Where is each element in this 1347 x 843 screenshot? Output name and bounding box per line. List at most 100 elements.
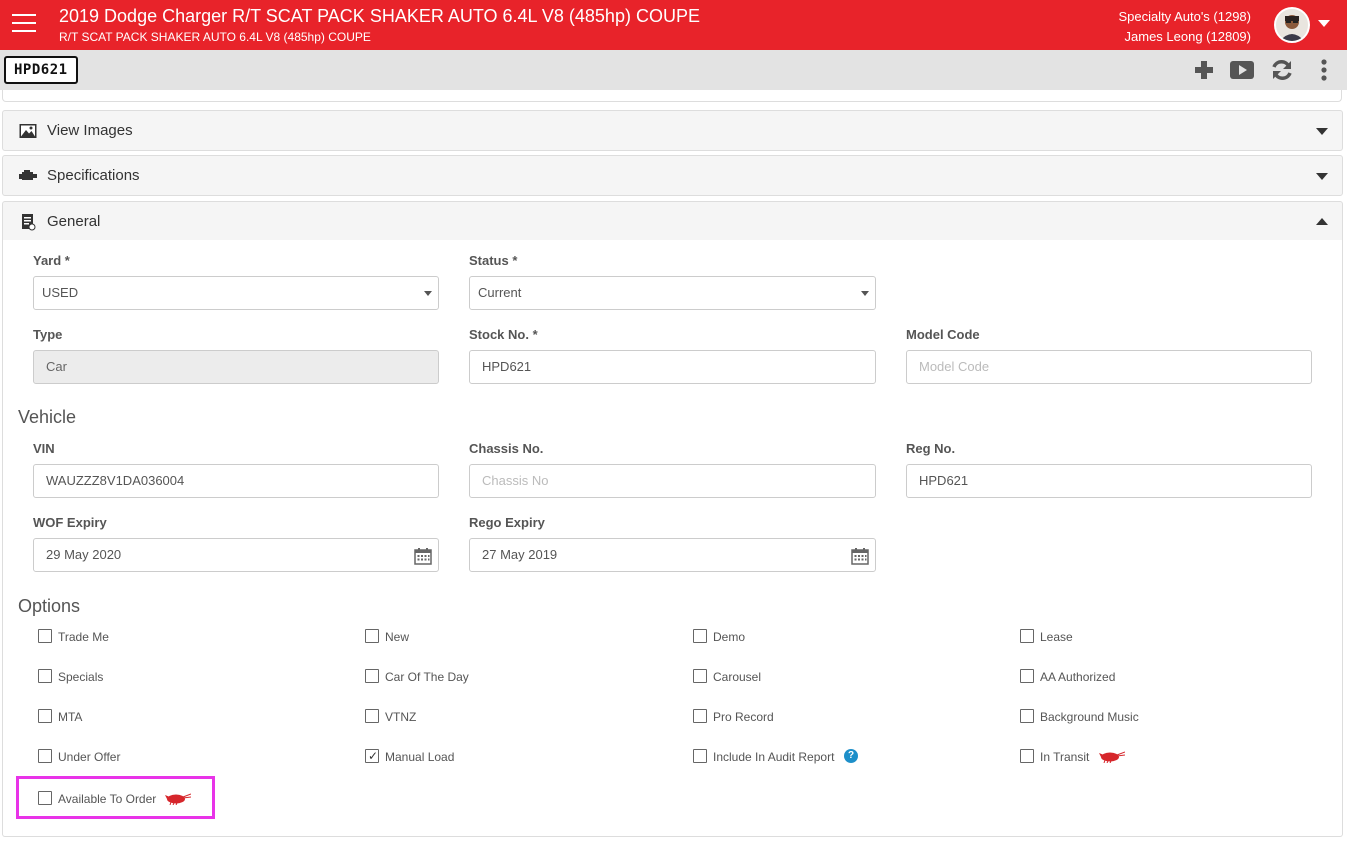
user-name: James Leong (12809)	[1124, 29, 1251, 44]
status-value: Current	[478, 285, 522, 300]
option-checkbox-vtnz[interactable]	[365, 709, 379, 723]
toolbar: HPD621	[0, 50, 1347, 90]
type-label: Type	[33, 327, 63, 342]
stock-label: Stock No. *	[469, 327, 538, 342]
video-icon[interactable]	[1229, 58, 1255, 82]
wof-value: 29 May 2020	[46, 547, 122, 562]
option-checkbox-aa-authorized[interactable]	[1020, 669, 1034, 683]
option-label[interactable]: Under Offer	[58, 750, 120, 764]
rego-date-input[interactable]: 27 May 2019	[469, 538, 876, 572]
reg-value: HPD621	[919, 473, 969, 488]
option-label[interactable]: AA Authorized	[1040, 670, 1115, 684]
caret-up-icon	[1316, 218, 1328, 225]
option-label[interactable]: VTNZ	[385, 710, 416, 724]
option-label[interactable]: MTA	[58, 710, 82, 724]
accordion-title: Specifications	[47, 167, 140, 184]
yard-label: Yard *	[33, 253, 70, 268]
avatar[interactable]	[1274, 7, 1310, 43]
user-menu-caret-icon[interactable]	[1318, 20, 1330, 27]
vehicle-title: 2019 Dodge Charger R/T SCAT PACK SHAKER …	[59, 6, 700, 26]
calendar-icon[interactable]	[414, 547, 432, 565]
plus-icon[interactable]	[1191, 58, 1217, 82]
accordion-view-images[interactable]: View Images	[2, 110, 1343, 151]
shrimp-icon	[1099, 751, 1125, 763]
app-header: 2019 Dodge Charger R/T SCAT PACK SHAKER …	[0, 0, 1347, 50]
accordion-title: General	[47, 213, 101, 230]
model-code-placeholder: Model Code	[919, 359, 990, 374]
option-checkbox-mta[interactable]	[38, 709, 52, 723]
hamburger-menu-icon[interactable]	[12, 14, 36, 34]
select-caret-icon	[424, 291, 432, 296]
dealer-name: Specialty Auto's (1298)	[1118, 9, 1251, 24]
option-checkbox-background-music[interactable]	[1020, 709, 1034, 723]
option-checkbox-in-transit[interactable]	[1020, 749, 1034, 763]
caret-down-icon	[1316, 128, 1328, 135]
type-field: Car	[33, 350, 439, 384]
option-label[interactable]: Include In Audit Report	[713, 750, 834, 764]
option-label[interactable]: Demo	[713, 630, 745, 644]
status-select[interactable]: Current	[469, 276, 876, 310]
option-label[interactable]: Specials	[58, 670, 103, 684]
option-checkbox-pro-record[interactable]	[693, 709, 707, 723]
model-code-input[interactable]: Model Code	[906, 350, 1312, 384]
calendar-icon[interactable]	[851, 547, 869, 565]
select-caret-icon	[861, 291, 869, 296]
more-vert-icon[interactable]	[1311, 58, 1337, 82]
option-label[interactable]: Trade Me	[58, 630, 109, 644]
option-checkbox-manual-load[interactable]: ✓	[365, 749, 379, 763]
stock-input[interactable]: HPD621	[469, 350, 876, 384]
chassis-label: Chassis No.	[469, 441, 544, 456]
option-label[interactable]: In Transit	[1040, 750, 1089, 764]
type-value: Car	[46, 359, 67, 374]
vehicle-subtitle: R/T SCAT PACK SHAKER AUTO 6.4L V8 (485hp…	[59, 30, 371, 44]
vin-input[interactable]: WAUZZZ8V1DA036004	[33, 464, 439, 498]
caret-down-icon	[1316, 173, 1328, 180]
option-label[interactable]: Background Music	[1040, 710, 1139, 724]
option-checkbox-trade-me[interactable]	[38, 629, 52, 643]
checkmark-icon: ✓	[368, 749, 379, 763]
option-label[interactable]: Carousel	[713, 670, 761, 684]
wof-date-input[interactable]: 29 May 2020	[33, 538, 439, 572]
plate-badge: HPD621	[4, 56, 78, 84]
stock-value: HPD621	[482, 359, 532, 374]
option-checkbox-demo[interactable]	[693, 629, 707, 643]
accordion-specifications[interactable]: Specifications	[2, 155, 1343, 196]
accordion-title: View Images	[47, 122, 133, 139]
yard-value: USED	[42, 285, 79, 300]
rego-value: 27 May 2019	[482, 547, 558, 562]
option-checkbox-carousel[interactable]	[693, 669, 707, 683]
engine-icon	[19, 170, 37, 180]
vin-label: VIN	[33, 441, 55, 456]
previous-panel-bottom	[2, 90, 1342, 102]
option-label[interactable]: New	[385, 630, 409, 644]
image-icon	[19, 124, 37, 138]
option-checkbox-specials[interactable]	[38, 669, 52, 683]
vin-value: WAUZZZ8V1DA036004	[46, 473, 185, 488]
option-label[interactable]: Pro Record	[713, 710, 774, 724]
vehicle-heading: Vehicle	[18, 407, 77, 427]
option-label[interactable]: Manual Load	[385, 750, 454, 764]
user-info[interactable]: Specialty Auto's (1298) James Leong (128…	[1118, 7, 1251, 47]
option-checkbox-include-in-audit-report[interactable]	[693, 749, 707, 763]
yard-select[interactable]: USED	[33, 276, 439, 310]
rego-label: Rego Expiry	[469, 515, 545, 530]
refresh-icon[interactable]	[1269, 58, 1295, 82]
accordion-general[interactable]: General	[2, 201, 1343, 242]
reg-label: Reg No.	[906, 441, 956, 456]
option-label[interactable]: Lease	[1040, 630, 1073, 644]
reg-input[interactable]: HPD621	[906, 464, 1312, 498]
help-icon[interactable]: ?	[844, 749, 858, 763]
status-label: Status *	[469, 253, 518, 268]
chassis-placeholder: Chassis No	[482, 473, 549, 488]
document-icon	[22, 214, 36, 231]
chassis-input[interactable]: Chassis No	[469, 464, 876, 498]
highlight-box	[16, 776, 215, 819]
option-checkbox-new[interactable]	[365, 629, 379, 643]
option-checkbox-car-of-the-day[interactable]	[365, 669, 379, 683]
options-heading: Options	[18, 596, 81, 616]
model-code-label: Model Code	[906, 327, 980, 342]
option-label[interactable]: Car Of The Day	[385, 670, 469, 684]
wof-label: WOF Expiry	[33, 515, 107, 530]
option-checkbox-under-offer[interactable]	[38, 749, 52, 763]
option-checkbox-lease[interactable]	[1020, 629, 1034, 643]
